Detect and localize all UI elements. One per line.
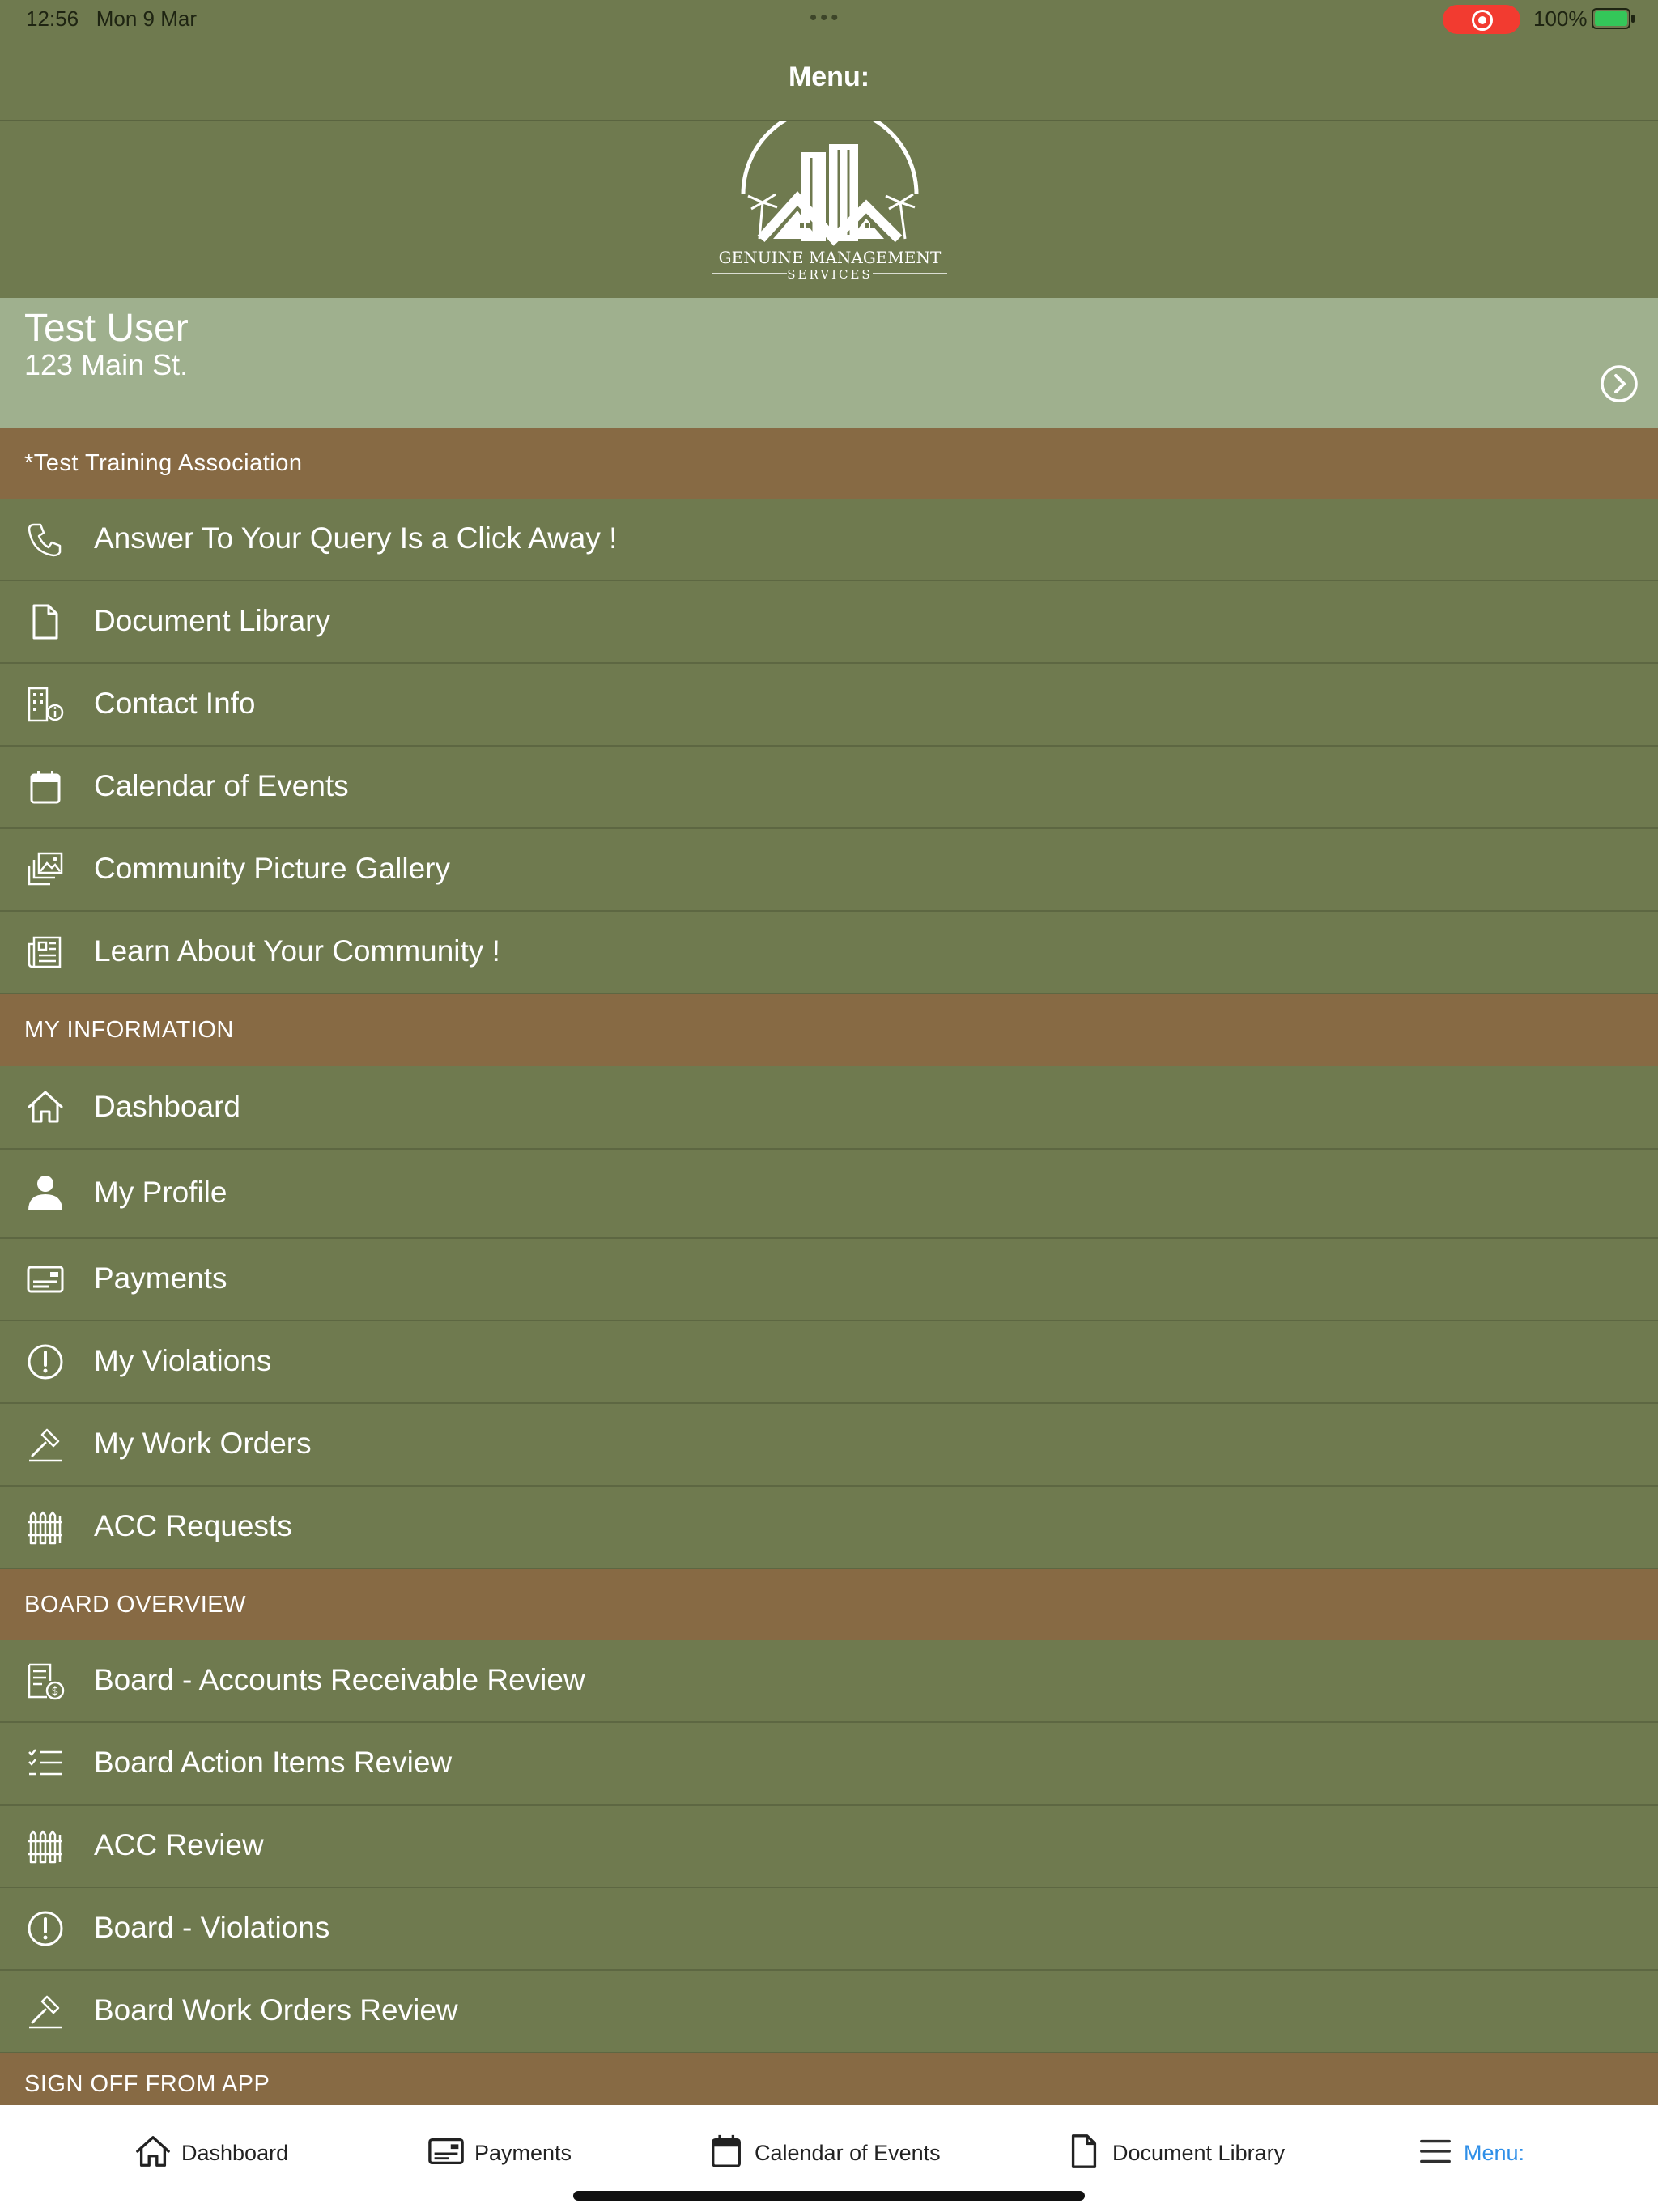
hammer-icon: [29, 1428, 62, 1462]
record-icon: [1472, 10, 1493, 31]
checklist-icon: [28, 1749, 62, 1776]
battery-icon: [1592, 8, 1635, 29]
hammer-icon: [29, 1995, 62, 2029]
alert-circle-icon: [28, 1344, 63, 1380]
menu-item-board-work-orders[interactable]: Board Work Orders Review: [0, 1971, 1658, 2053]
chevron-right-circle-icon[interactable]: [1600, 364, 1639, 403]
menu-item-acc-requests[interactable]: ACC Requests: [0, 1487, 1658, 1569]
tab-payments[interactable]: Payments: [427, 2133, 589, 2172]
fence-icon: [28, 1511, 62, 1545]
gallery-icon: [28, 852, 63, 886]
section-header-my-information: MY INFORMATION: [0, 994, 1658, 1066]
svg-text:$: $: [52, 1685, 59, 1698]
alert-circle-icon: [28, 1911, 63, 1946]
status-time: 12:56 Mon 9 Mar: [26, 6, 198, 31]
tab-dashboard[interactable]: Dashboard: [134, 2133, 296, 2172]
document-icon: [1071, 2134, 1097, 2168]
svg-text:GENUINE MANAGEMENT: GENUINE MANAGEMENT: [719, 248, 942, 267]
tab-document-library[interactable]: Document Library: [1065, 2133, 1300, 2172]
section-header-sign-off: SIGN OFF FROM APP: [0, 2053, 1658, 2105]
menu-icon: [1420, 2139, 1451, 2163]
screen-recording-indicator[interactable]: [1443, 5, 1520, 34]
status-bar: 12:56 Mon 9 Mar ••• 100%: [0, 0, 1658, 37]
tab-calendar[interactable]: Calendar of Events: [708, 2133, 942, 2172]
payment-card-icon: [27, 1266, 64, 1293]
home-icon: [136, 2136, 170, 2167]
newspaper-icon: [28, 936, 62, 968]
calendar-icon: [712, 2134, 741, 2167]
user-name: Test User: [24, 307, 189, 350]
menu-item-gallery[interactable]: Community Picture Gallery: [0, 829, 1658, 912]
menu-item-my-work-orders[interactable]: My Work Orders: [0, 1404, 1658, 1487]
menu-item-board-action-items[interactable]: Board Action Items Review: [0, 1723, 1658, 1806]
menu-item-dashboard[interactable]: Dashboard: [0, 1066, 1658, 1150]
battery-percent: 100%: [1533, 6, 1588, 31]
menu-item-board-violations[interactable]: Board - Violations: [0, 1888, 1658, 1971]
menu-item-query[interactable]: Answer To Your Query Is a Click Away !: [0, 499, 1658, 581]
menu-item-board-receivable[interactable]: $ Board - Accounts Receivable Review: [0, 1640, 1658, 1723]
section-header-association: *Test Training Association: [0, 428, 1658, 499]
menu-item-acc-review[interactable]: ACC Review: [0, 1806, 1658, 1888]
multitasking-dots-icon[interactable]: •••: [810, 5, 841, 30]
calendar-icon: [30, 771, 61, 804]
user-header[interactable]: Test User 123 Main St.: [0, 298, 1658, 428]
company-logo: GENUINE MANAGEMENT SERVICES: [696, 105, 963, 283]
menu-item-my-violations[interactable]: My Violations: [0, 1321, 1658, 1404]
section-header-board-overview: BOARD OVERVIEW: [0, 1569, 1658, 1640]
person-icon: [28, 1176, 62, 1210]
home-icon: [28, 1091, 63, 1123]
menu-item-calendar[interactable]: Calendar of Events: [0, 747, 1658, 829]
payment-card-icon: [428, 2138, 464, 2165]
building-info-icon: [28, 687, 64, 722]
home-indicator[interactable]: [573, 2191, 1085, 2201]
menu-item-payments[interactable]: Payments: [0, 1239, 1658, 1321]
svg-text:SERVICES: SERVICES: [787, 267, 872, 282]
navigation-bar: Menu:: [0, 37, 1658, 121]
phone-icon: [28, 523, 62, 557]
menu-item-document-library[interactable]: Document Library: [0, 581, 1658, 664]
menu-item-learn-community[interactable]: Learn About Your Community !: [0, 912, 1658, 994]
menu-item-contact-info[interactable]: Contact Info: [0, 664, 1658, 747]
tab-menu[interactable]: Menu:: [1417, 2133, 1530, 2172]
page-title: Menu:: [788, 62, 870, 92]
receivable-icon: $: [28, 1663, 65, 1700]
fence-icon: [28, 1830, 62, 1864]
document-icon: [32, 604, 58, 640]
user-address: 123 Main St.: [24, 348, 189, 381]
menu-item-my-profile[interactable]: My Profile: [0, 1150, 1658, 1239]
